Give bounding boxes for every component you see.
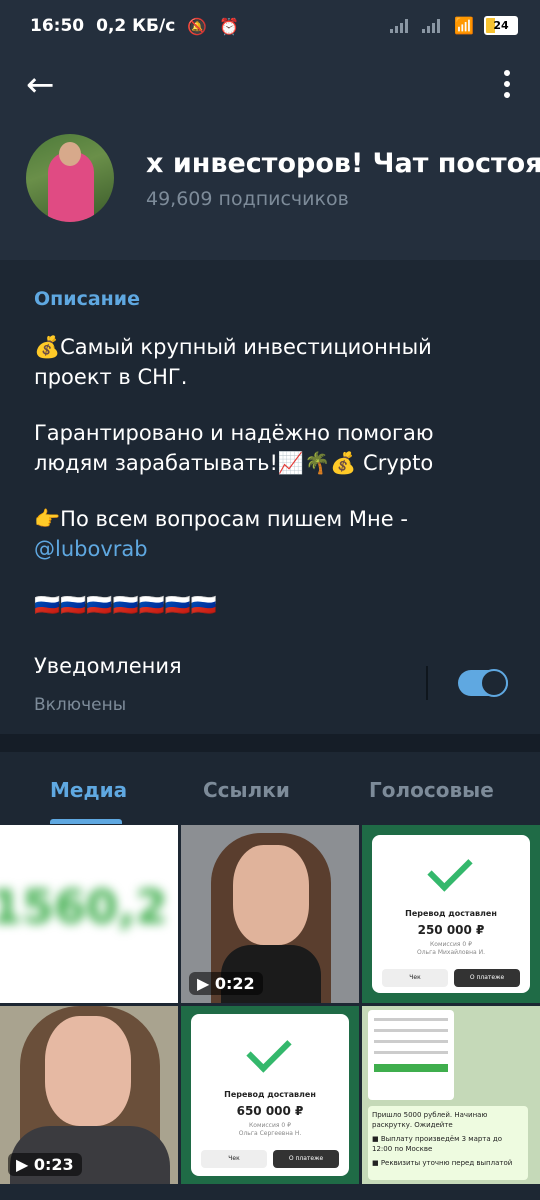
media-item-video-1[interactable]: ▶ 0:22 xyxy=(181,825,359,1003)
tab-links[interactable]: Ссылки xyxy=(203,778,290,802)
description-line-2: Гарантировано и надёжно помогаю людям за… xyxy=(34,421,434,475)
clock: 16:50 xyxy=(30,16,85,36)
notifications-toggle[interactable] xyxy=(458,669,508,697)
video-duration: ▶ 0:22 xyxy=(189,972,263,995)
battery-icon: 24 xyxy=(484,16,518,35)
check-icon xyxy=(246,1027,292,1073)
media-grid: 1560,2 ▶ 0:22 Перевод доставлен 250 000 … xyxy=(0,825,540,1200)
flags-line: 🇷🇺🇷🇺🇷🇺🇷🇺🇷🇺🇷🇺🇷🇺 xyxy=(34,593,218,617)
signal-icon xyxy=(390,18,412,33)
status-bar: 16:50 0,2 КБ/с 🔕 ⏰ 📶 24 xyxy=(0,0,540,52)
tab-media[interactable]: Медиа xyxy=(50,778,127,802)
battery-level: 24 xyxy=(493,19,509,32)
channel-title: х инвесторов! Чат постоя xyxy=(146,148,540,179)
media-item-chat-screenshot[interactable]: Пришло 5000 рублей. Начинаю раскрутку. О… xyxy=(362,1006,540,1184)
divider xyxy=(426,666,428,700)
alarm-icon: ⏰ xyxy=(219,16,240,36)
channel-header: ← х инвесторов! Чат постоя 49,609 подпис… xyxy=(0,52,540,260)
tab-voice[interactable]: Голосовые xyxy=(369,778,494,802)
description-line-3: 👉По всем вопросам пишем Мне - @lubovrab xyxy=(34,507,408,561)
notifications-state: Включены xyxy=(34,695,127,715)
blurred-amount: 1560,2 xyxy=(0,880,168,934)
channel-info: Описание 💰Самый крупный инвестиционный п… xyxy=(0,260,540,734)
subscriber-count: 49,609 подписчиков xyxy=(146,188,349,210)
signal-icon-2 xyxy=(422,18,444,33)
media-item-receipt-1[interactable]: Перевод доставлен 250 000 ₽ Комиссия 0 ₽… xyxy=(362,825,540,1003)
active-tab-indicator xyxy=(50,819,122,824)
description-label: Описание xyxy=(34,288,141,310)
video-duration: ▶ 0:23 xyxy=(8,1153,82,1176)
back-arrow-icon[interactable]: ← xyxy=(26,68,55,102)
media-item-video-2[interactable]: ▶ 0:23 xyxy=(0,1006,178,1184)
mute-icon: 🔕 xyxy=(187,16,208,36)
media-item-receipt-2[interactable]: Перевод доставлен 650 000 ₽ Комиссия 0 ₽… xyxy=(181,1006,359,1184)
media-item-blurred-amount[interactable]: 1560,2 xyxy=(0,825,178,1003)
wifi-icon: 📶 xyxy=(454,16,474,35)
check-icon xyxy=(427,846,473,892)
section-gap xyxy=(0,734,540,752)
description-line-1: 💰Самый крупный инвестиционный проект в С… xyxy=(34,335,432,389)
more-menu-icon[interactable] xyxy=(504,70,510,103)
channel-avatar[interactable] xyxy=(26,134,114,222)
notifications-label[interactable]: Уведомления xyxy=(34,654,182,678)
username-link[interactable]: @lubovrab xyxy=(34,537,148,561)
network-speed: 0,2 КБ/с xyxy=(96,16,176,36)
description-text: 💰Самый крупный инвестиционный проект в С… xyxy=(34,332,504,646)
media-tabs: Медиа Ссылки Голосовые xyxy=(0,752,540,825)
